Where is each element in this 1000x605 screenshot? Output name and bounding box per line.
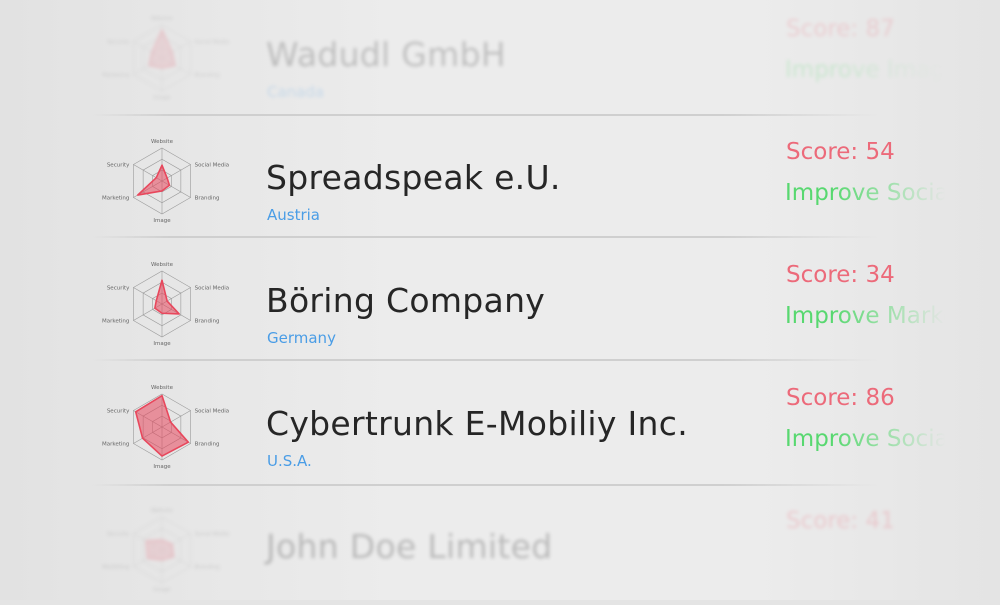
company-row[interactable]: Website Social Media Branding Image Marketin… — [90, 0, 945, 113]
radar-axis-label: Website — [151, 139, 174, 145]
radar-axis-label: Image — [153, 341, 171, 347]
radar-axis-label: Website — [151, 16, 174, 22]
radar-axis-label: Security — [107, 40, 130, 46]
radar-axis-label: Image — [153, 464, 171, 470]
radar-axis-label: Social Media — [195, 163, 230, 169]
radar-axis-label: Security — [107, 286, 130, 292]
radar-chart: Website Social Media Branding Image Marketin… — [102, 16, 230, 101]
improve-suggestion: Improve Image — [785, 57, 945, 83]
improve-suggestion: Improve Social Media — [785, 180, 945, 206]
radar-axis-label: Marketing — [102, 319, 129, 325]
radar-axis-label: Website — [151, 385, 174, 391]
radar-chart: Website Social Media Branding Image Marketin… — [102, 262, 230, 347]
score-label: Score: 87 — [786, 16, 895, 42]
improve-suggestion: Improve Marketing — [785, 303, 945, 329]
score-label: Score: 34 — [786, 262, 895, 288]
radar-axis-label: Website — [151, 262, 174, 268]
radar-chart: Website Social Media Branding Image Marketin… — [102, 385, 230, 470]
company-country: Austria — [267, 206, 320, 224]
radar-chart: Website Social Media Branding Image Marketin… — [102, 139, 230, 224]
radar-axis-label: Social Media — [195, 532, 230, 538]
radar-axis-label: Branding — [195, 73, 220, 79]
company-name: Wadudl GmbH — [266, 35, 506, 74]
company-row[interactable]: Website Social Media Branding Image Marketin… — [90, 116, 945, 236]
radar-axis-label: Branding — [195, 442, 220, 448]
company-name: Cybertrunk E-Mobiliy Inc. — [266, 404, 688, 443]
radar-data-area — [145, 539, 175, 561]
company-country: Canada — [267, 83, 325, 101]
radar-axis-label: Image — [153, 587, 171, 593]
company-name: Spreadspeak e.U. — [266, 158, 561, 197]
radar-axis-label: Image — [153, 218, 171, 224]
radar-axis-label: Branding — [195, 565, 220, 571]
company-country: Germany — [267, 329, 336, 347]
radar-axis-label: Branding — [195, 196, 220, 202]
company-country: U.S.A. — [267, 452, 312, 470]
radar-axis-label: Security — [107, 409, 130, 415]
row-divider — [90, 236, 880, 238]
radar-chart: Website Social Media Branding Image Marketin… — [102, 508, 230, 593]
radar-axis-label: Website — [151, 508, 174, 514]
radar-data-area — [148, 29, 176, 69]
radar-axis-label: Security — [107, 532, 130, 538]
radar-axis-label: Social Media — [195, 409, 230, 415]
radar-axis-label: Branding — [195, 319, 220, 325]
company-row[interactable]: Website Social Media Branding Image Marketin… — [90, 485, 895, 605]
radar-axis-label: Social Media — [195, 40, 230, 46]
improve-suggestion: Improve Social Media — [785, 426, 945, 452]
radar-axis-label: Social Media — [195, 286, 230, 292]
company-name: Böring Company — [266, 281, 546, 320]
row-divider — [90, 359, 880, 361]
company-name: John Doe Limited — [266, 527, 553, 566]
radar-axis-label: Marketing — [102, 73, 129, 79]
radar-axis-label: Image — [153, 95, 171, 101]
company-row[interactable]: Website Social Media Branding Image Marketin… — [90, 239, 945, 359]
radar-axis-label: Marketing — [102, 442, 129, 448]
radar-axis-label: Security — [107, 163, 130, 169]
company-row[interactable]: Website Social Media Branding Image Marketin… — [90, 362, 945, 482]
score-label: Score: 86 — [786, 385, 895, 411]
score-label: Score: 54 — [786, 139, 895, 165]
company-list: Website Social Media Branding Image Marketin… — [0, 0, 1000, 600]
radar-axis-label: Marketing — [102, 196, 129, 202]
score-label: Score: 41 — [786, 508, 895, 534]
radar-axis-label: Marketing — [102, 565, 129, 571]
